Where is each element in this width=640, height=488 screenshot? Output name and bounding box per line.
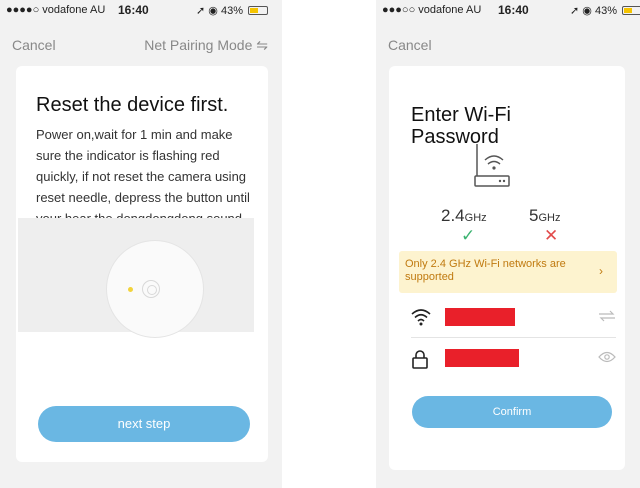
chevron-right-icon: › [599,264,603,278]
battery-percent: 43% [220,5,243,17]
alarm-icon: ◉ [582,5,592,17]
battery-icon [622,6,640,15]
nav-bar: Cancel [376,28,640,58]
next-step-button[interactable]: next step [38,406,250,442]
indicator-light [128,287,133,292]
page-title: Reset the device first. [36,94,229,116]
check-icon: ✓ [461,226,476,245]
net-pairing-mode-button[interactable]: Net Pairing Mode ⇋ [144,37,268,54]
warning-text: Only 2.4 GHz Wi-Fi networks are supporte… [405,258,566,283]
reset-button-graphic [142,280,160,298]
carrier-label: ●●●○○ vodafone AU [382,4,482,16]
cancel-button[interactable]: Cancel [12,37,56,53]
router-icon [474,144,510,187]
band-5ghz: 5GHz [529,206,561,225]
carrier-label: ●●●●○ vodafone AU [6,4,106,16]
status-bar: ●●●○○ vodafone AU 16:40 ➚ ◉ 43% [376,0,640,20]
alarm-icon: ◉ [208,5,218,17]
confirm-button[interactable]: Confirm [412,396,612,428]
phone-screen-wifi: ●●●○○ vodafone AU 16:40 ➚ ◉ 43% Cancel E… [376,0,640,488]
lock-icon [412,350,428,369]
clock: 16:40 [498,3,529,17]
band-warning-banner[interactable]: Only 2.4 GHz Wi-Fi networks are supporte… [399,251,617,293]
cross-icon: ✕ [544,226,559,245]
wifi-ssid-field[interactable] [411,298,616,338]
password-redacted [445,349,519,367]
eye-icon[interactable] [598,351,616,363]
battery-percent: 43% [594,5,617,17]
location-icon: ➚ [570,5,580,17]
band-24ghz: 2.4GHz [441,206,487,225]
battery-icon [248,6,269,15]
device-illustration [18,218,254,338]
nav-bar: Cancel Net Pairing Mode ⇋ [0,28,282,58]
swap-icon[interactable] [598,310,616,322]
password-field[interactable] [411,339,616,379]
ssid-redacted [445,308,515,326]
wifi-icon [411,309,431,326]
clock: 16:40 [118,3,149,17]
location-icon: ➚ [196,5,206,17]
status-bar: ●●●●○ vodafone AU 16:40 ➚ ◉ 43% [0,0,282,20]
cancel-button[interactable]: Cancel [388,37,432,53]
phone-screen-reset: ●●●●○ vodafone AU 16:40 ➚ ◉ 43% Cancel N… [0,0,282,488]
wifi-card: Enter Wi-Fi Password 2.4GHz 5GHz ✓ ✕ Onl… [389,66,625,470]
